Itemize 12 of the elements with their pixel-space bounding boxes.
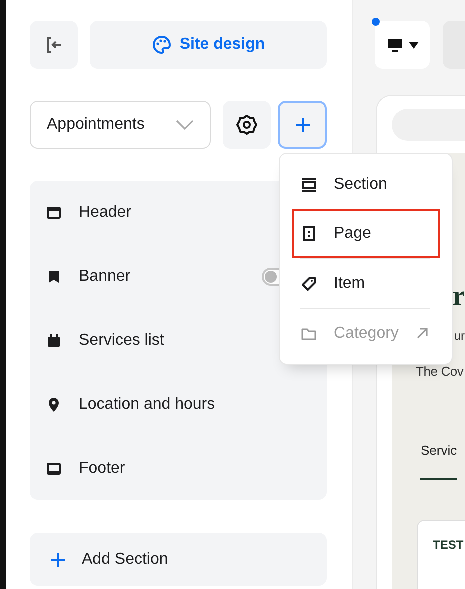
add-section-button[interactable]: Add Section xyxy=(30,533,327,586)
preview-tab[interactable]: Servic xyxy=(420,441,458,480)
card-title: TEST xyxy=(433,537,465,553)
site-design-button[interactable]: Site design xyxy=(90,21,327,69)
sidebar-row[interactable]: Location and hours xyxy=(30,373,327,437)
page-dropdown[interactable]: Appointments xyxy=(30,101,211,149)
menu-item[interactable]: Item xyxy=(292,259,440,308)
preview-text: The Cov xyxy=(416,363,465,381)
preview-subtitle: ur xyxy=(453,328,465,345)
menu-item[interactable]: Page xyxy=(292,209,440,258)
preview-heading: r xyxy=(452,280,465,313)
sidebar-row[interactable]: Footer xyxy=(30,437,327,501)
